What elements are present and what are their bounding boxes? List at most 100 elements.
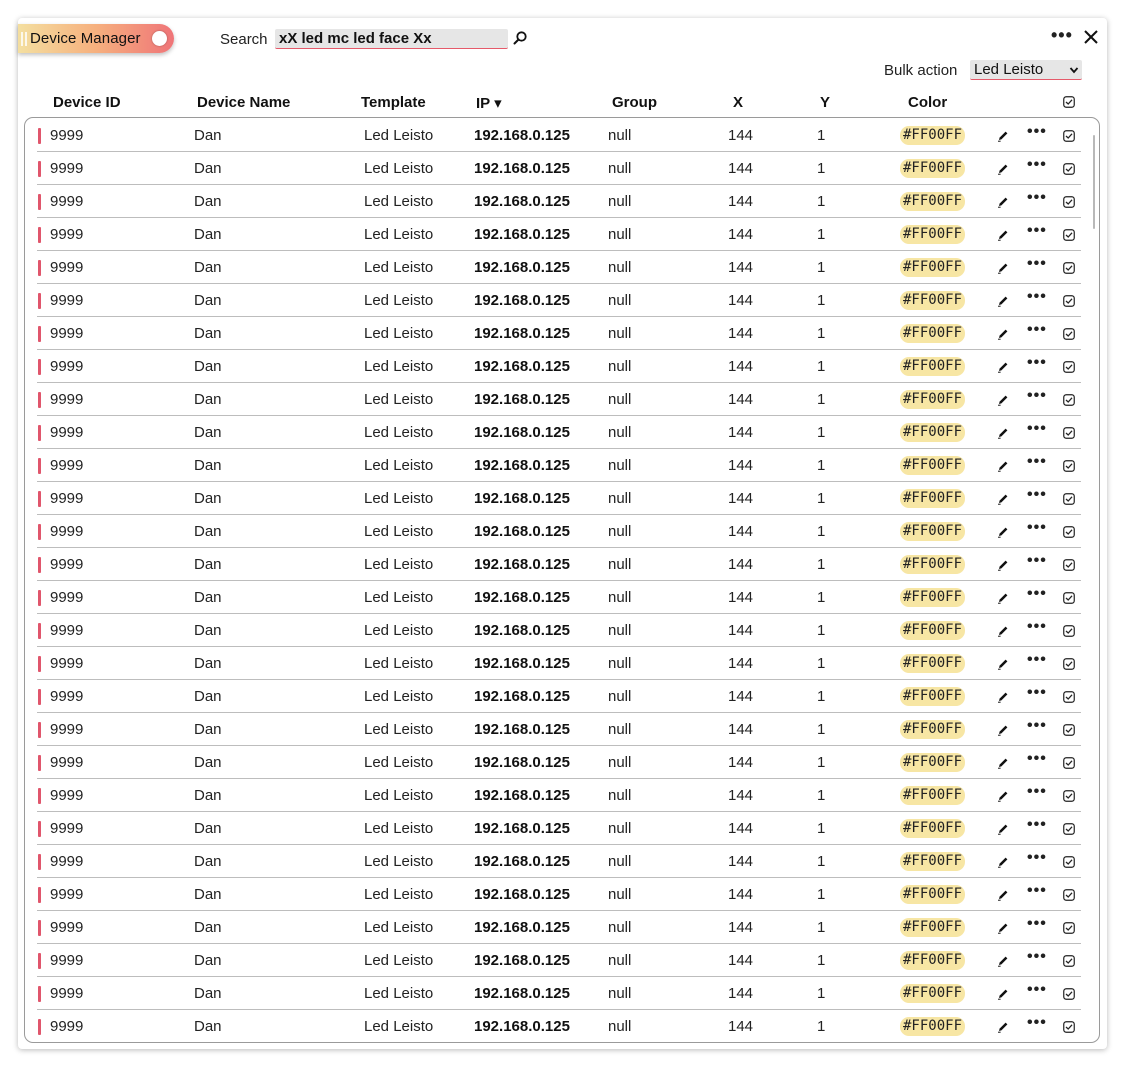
row-checkbox-icon[interactable] bbox=[1063, 295, 1075, 307]
edit-pencil-icon[interactable] bbox=[996, 393, 1010, 407]
search-input[interactable] bbox=[275, 29, 508, 49]
edit-pencil-icon[interactable] bbox=[996, 591, 1010, 605]
table-row[interactable]: 9999 Dan Led Leisto 192.168.0.125 null 144 1 #F… bbox=[37, 119, 1081, 152]
edit-pencil-icon[interactable] bbox=[996, 426, 1010, 440]
search-icon[interactable] bbox=[512, 30, 528, 46]
row-checkbox-icon[interactable] bbox=[1063, 559, 1075, 571]
row-checkbox-icon[interactable] bbox=[1063, 493, 1075, 505]
row-more-options-icon[interactable]: ••• bbox=[1027, 684, 1047, 702]
column-header-ip[interactable]: IP ▾ bbox=[476, 94, 502, 112]
row-more-options-icon[interactable]: ••• bbox=[1027, 717, 1047, 735]
row-more-options-icon[interactable]: ••• bbox=[1027, 783, 1047, 801]
table-row[interactable]: 9999 Dan Led Leisto 192.168.0.125 null 144 1 #F… bbox=[37, 614, 1081, 647]
toggle-knob-icon[interactable] bbox=[152, 31, 167, 46]
row-checkbox-icon[interactable] bbox=[1063, 625, 1075, 637]
table-row[interactable]: 9999 Dan Led Leisto 192.168.0.125 null 144 1 #F… bbox=[37, 977, 1081, 1010]
row-more-options-icon[interactable]: ••• bbox=[1027, 618, 1047, 636]
row-checkbox-icon[interactable] bbox=[1063, 757, 1075, 769]
row-checkbox-icon[interactable] bbox=[1063, 427, 1075, 439]
row-more-options-icon[interactable]: ••• bbox=[1027, 585, 1047, 603]
row-more-options-icon[interactable]: ••• bbox=[1027, 420, 1047, 438]
row-more-options-icon[interactable]: ••• bbox=[1027, 552, 1047, 570]
row-checkbox-icon[interactable] bbox=[1063, 130, 1075, 142]
row-more-options-icon[interactable]: ••• bbox=[1027, 519, 1047, 537]
row-more-options-icon[interactable]: ••• bbox=[1027, 651, 1047, 669]
row-more-options-icon[interactable]: ••• bbox=[1027, 321, 1047, 339]
row-more-options-icon[interactable]: ••• bbox=[1027, 222, 1047, 240]
edit-pencil-icon[interactable] bbox=[996, 657, 1010, 671]
table-row[interactable]: 9999 Dan Led Leisto 192.168.0.125 null 144 1 #F… bbox=[37, 845, 1081, 878]
row-more-options-icon[interactable]: ••• bbox=[1027, 915, 1047, 933]
edit-pencil-icon[interactable] bbox=[996, 492, 1010, 506]
table-row[interactable]: 9999 Dan Led Leisto 192.168.0.125 null 144 1 #F… bbox=[37, 482, 1081, 515]
table-row[interactable]: 9999 Dan Led Leisto 192.168.0.125 null 144 1 #F… bbox=[37, 383, 1081, 416]
row-more-options-icon[interactable]: ••• bbox=[1027, 816, 1047, 834]
row-more-options-icon[interactable]: ••• bbox=[1027, 387, 1047, 405]
edit-pencil-icon[interactable] bbox=[996, 954, 1010, 968]
edit-pencil-icon[interactable] bbox=[996, 921, 1010, 935]
table-row[interactable]: 9999 Dan Led Leisto 192.168.0.125 null 144 1 #F… bbox=[37, 218, 1081, 251]
row-more-options-icon[interactable]: ••• bbox=[1027, 882, 1047, 900]
table-row[interactable]: 9999 Dan Led Leisto 192.168.0.125 null 144 1 #F… bbox=[37, 878, 1081, 911]
column-header-color[interactable]: Color bbox=[908, 94, 947, 111]
table-row[interactable]: 9999 Dan Led Leisto 192.168.0.125 null 144 1 #F… bbox=[37, 1010, 1081, 1042]
table-scrollbar[interactable] bbox=[1093, 135, 1095, 229]
row-more-options-icon[interactable]: ••• bbox=[1027, 1014, 1047, 1032]
table-row[interactable]: 9999 Dan Led Leisto 192.168.0.125 null 144 1 #F… bbox=[37, 548, 1081, 581]
table-row[interactable]: 9999 Dan Led Leisto 192.168.0.125 null 144 1 #F… bbox=[37, 680, 1081, 713]
row-checkbox-icon[interactable] bbox=[1063, 691, 1075, 703]
row-more-options-icon[interactable]: ••• bbox=[1027, 288, 1047, 306]
table-row[interactable]: 9999 Dan Led Leisto 192.168.0.125 null 144 1 #F… bbox=[37, 317, 1081, 350]
row-checkbox-icon[interactable] bbox=[1063, 790, 1075, 802]
row-checkbox-icon[interactable] bbox=[1063, 856, 1075, 868]
row-more-options-icon[interactable]: ••• bbox=[1027, 750, 1047, 768]
edit-pencil-icon[interactable] bbox=[996, 129, 1010, 143]
table-row[interactable]: 9999 Dan Led Leisto 192.168.0.125 null 144 1 #F… bbox=[37, 284, 1081, 317]
edit-pencil-icon[interactable] bbox=[996, 822, 1010, 836]
column-header-device-name[interactable]: Device Name bbox=[197, 94, 290, 111]
table-row[interactable]: 9999 Dan Led Leisto 192.168.0.125 null 144 1 #F… bbox=[37, 746, 1081, 779]
edit-pencil-icon[interactable] bbox=[996, 261, 1010, 275]
row-checkbox-icon[interactable] bbox=[1063, 328, 1075, 340]
row-checkbox-icon[interactable] bbox=[1063, 955, 1075, 967]
row-more-options-icon[interactable]: ••• bbox=[1027, 948, 1047, 966]
edit-pencil-icon[interactable] bbox=[996, 888, 1010, 902]
edit-pencil-icon[interactable] bbox=[996, 228, 1010, 242]
row-more-options-icon[interactable]: ••• bbox=[1027, 849, 1047, 867]
row-more-options-icon[interactable]: ••• bbox=[1027, 123, 1047, 141]
row-checkbox-icon[interactable] bbox=[1063, 823, 1075, 835]
table-row[interactable]: 9999 Dan Led Leisto 192.168.0.125 null 144 1 #F… bbox=[37, 449, 1081, 482]
edit-pencil-icon[interactable] bbox=[996, 195, 1010, 209]
edit-pencil-icon[interactable] bbox=[996, 723, 1010, 737]
row-checkbox-icon[interactable] bbox=[1063, 262, 1075, 274]
edit-pencil-icon[interactable] bbox=[996, 294, 1010, 308]
row-checkbox-icon[interactable] bbox=[1063, 526, 1075, 538]
column-header-y[interactable]: Y bbox=[820, 94, 830, 111]
column-header-template[interactable]: Template bbox=[361, 94, 426, 111]
column-header-x[interactable]: X bbox=[733, 94, 743, 111]
edit-pencil-icon[interactable] bbox=[996, 789, 1010, 803]
table-row[interactable]: 9999 Dan Led Leisto 192.168.0.125 null 144 1 #F… bbox=[37, 251, 1081, 284]
row-checkbox-icon[interactable] bbox=[1063, 889, 1075, 901]
table-row[interactable]: 9999 Dan Led Leisto 192.168.0.125 null 144 1 #F… bbox=[37, 152, 1081, 185]
more-options-icon[interactable]: ••• bbox=[1051, 25, 1073, 46]
table-row[interactable]: 9999 Dan Led Leisto 192.168.0.125 null 144 1 #F… bbox=[37, 713, 1081, 746]
edit-pencil-icon[interactable] bbox=[996, 1020, 1010, 1034]
table-row[interactable]: 9999 Dan Led Leisto 192.168.0.125 null 144 1 #F… bbox=[37, 647, 1081, 680]
edit-pencil-icon[interactable] bbox=[996, 459, 1010, 473]
row-more-options-icon[interactable]: ••• bbox=[1027, 981, 1047, 999]
edit-pencil-icon[interactable] bbox=[996, 855, 1010, 869]
edit-pencil-icon[interactable] bbox=[996, 162, 1010, 176]
table-row[interactable]: 9999 Dan Led Leisto 192.168.0.125 null 144 1 #F… bbox=[37, 779, 1081, 812]
column-header-device-id[interactable]: Device ID bbox=[53, 94, 121, 111]
row-more-options-icon[interactable]: ••• bbox=[1027, 486, 1047, 504]
row-more-options-icon[interactable]: ••• bbox=[1027, 354, 1047, 372]
row-more-options-icon[interactable]: ••• bbox=[1027, 255, 1047, 273]
edit-pencil-icon[interactable] bbox=[996, 327, 1010, 341]
edit-pencil-icon[interactable] bbox=[996, 558, 1010, 572]
row-checkbox-icon[interactable] bbox=[1063, 196, 1075, 208]
row-more-options-icon[interactable]: ••• bbox=[1027, 156, 1047, 174]
table-row[interactable]: 9999 Dan Led Leisto 192.168.0.125 null 144 1 #F… bbox=[37, 812, 1081, 845]
drag-handle-icon[interactable] bbox=[21, 32, 27, 46]
edit-pencil-icon[interactable] bbox=[996, 624, 1010, 638]
